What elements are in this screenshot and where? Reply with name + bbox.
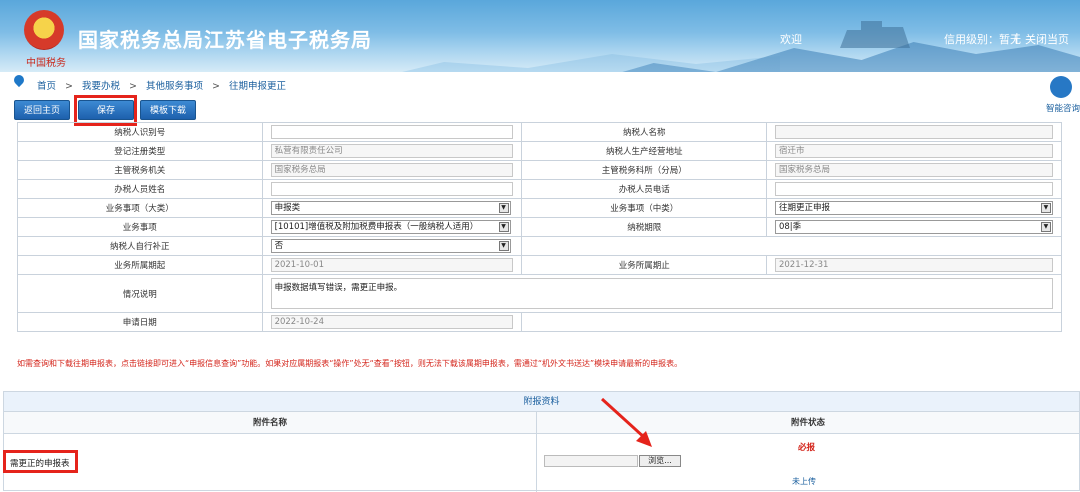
chevron-down-icon[interactable]: ▼	[1040, 222, 1051, 232]
browse-button[interactable]: 浏览...	[639, 455, 681, 467]
business-subcategory-select[interactable]: 往期更正申报 ▼	[774, 201, 1053, 215]
tax-authority-field[interactable]: 国家税务总局	[270, 163, 514, 177]
business-category-label: 业务事项（大类）	[17, 198, 263, 218]
form-row: 纳税人识别号 纳税人名称	[17, 122, 1063, 142]
red-arrow-annotation	[600, 397, 652, 447]
handler-phone-field[interactable]	[774, 182, 1053, 196]
tax-period-label: 纳税期限	[521, 217, 767, 237]
breadcrumb-bar: 首页 > 我要办税 > 其他服务事项 > 往期申报更正	[0, 72, 1080, 94]
credit-level: 信用级别：暂无	[944, 33, 1021, 46]
close-page-link[interactable]: 关闭当页	[1025, 31, 1069, 47]
taxpayer-id-label: 纳税人识别号	[17, 122, 263, 142]
business-address-field[interactable]: 宿迁市	[774, 144, 1053, 158]
period-end-field[interactable]: 2021-12-31	[774, 258, 1053, 272]
business-item-select[interactable]: [10101]增值税及附加税费申报表（一般纳税人适用） ▼	[270, 220, 511, 234]
file-path-input[interactable]	[544, 455, 638, 467]
tax-authority-label: 主管税务机关	[17, 160, 263, 180]
tax-branch-field[interactable]: 国家税务总局	[774, 163, 1053, 177]
header-separator: |	[1015, 31, 1019, 44]
required-badge: 必报	[798, 443, 816, 453]
breadcrumb: 首页 > 我要办税 > 其他服务事项 > 往期申报更正	[37, 81, 286, 92]
form-row: 业务事项 [10101]增值税及附加税费申报表（一般纳税人适用） ▼ 纳税期限 0…	[17, 217, 1063, 237]
notice-text: 如需查询和下载往期申报表，点击链接即可进入“申报信息查询”功能。如果对应属期报表…	[17, 359, 683, 368]
taxpayer-id-field[interactable]	[270, 125, 514, 139]
chevron-down-icon[interactable]: ▼	[498, 241, 509, 251]
form-row: 申请日期 2022-10-24	[17, 312, 1062, 332]
handler-name-field[interactable]	[270, 182, 514, 196]
business-category-select[interactable]: 申报类 ▼	[270, 201, 511, 215]
business-subcategory-label: 业务事项（中类）	[521, 198, 767, 218]
apply-date-field[interactable]: 2022-10-24	[270, 315, 514, 329]
banner-mountain-decoration	[360, 54, 780, 72]
chevron-down-icon[interactable]: ▼	[1040, 203, 1051, 213]
location-pin-icon	[11, 72, 27, 88]
header-banner: 中国税务 国家税务总局江苏省电子税务局 欢迎 信用级别：暂无 | 关闭当页	[0, 0, 1080, 72]
form-row: 情况说明 申报数据填写错误，需更正申报。	[17, 274, 1063, 313]
attachment-section: 附报资料 附件名称 附件状态 需更正的申报表 必报 浏览... 未上传	[3, 391, 1080, 492]
emblem-caption: 中国税务	[26, 58, 66, 69]
tax-emblem-logo	[24, 10, 64, 50]
smart-assistant-icon[interactable]	[1050, 76, 1072, 98]
description-label: 情况说明	[17, 274, 263, 313]
business-item-label: 业务事项	[17, 217, 263, 237]
chevron-down-icon[interactable]: ▼	[498, 222, 509, 232]
row-name-highlight-box	[3, 450, 78, 473]
breadcrumb-tax[interactable]: 我要办税	[82, 81, 120, 92]
handler-name-label: 办税人员姓名	[17, 179, 263, 199]
form-row: 业务事项（大类） 申报类 ▼ 业务事项（中类） 往期更正申报 ▼	[17, 198, 1063, 218]
breadcrumb-other-services[interactable]: 其他服务事项	[146, 81, 203, 92]
business-address-label: 纳税人生产经营地址	[521, 141, 767, 161]
breadcrumb-home[interactable]: 首页	[37, 81, 56, 92]
handler-phone-label: 办税人员电话	[521, 179, 767, 199]
description-textarea[interactable]: 申报数据填写错误，需更正申报。	[270, 278, 1053, 309]
registration-type-label: 登记注册类型	[17, 141, 263, 161]
attachment-title: 附报资料	[4, 392, 1079, 412]
template-download-button[interactable]: 模板下载	[140, 100, 196, 120]
self-correction-label: 纳税人自行补正	[17, 236, 263, 256]
apply-date-label: 申请日期	[17, 312, 263, 332]
site-title: 国家税务总局江苏省电子税务局	[78, 28, 372, 52]
breadcrumb-current: 往期申报更正	[228, 81, 286, 92]
attachment-name-header: 附件名称	[4, 412, 536, 434]
tax-branch-label: 主管税务科所（分局）	[521, 160, 767, 180]
self-correction-select[interactable]: 否 ▼	[270, 239, 511, 253]
welcome-text: 欢迎	[780, 33, 802, 46]
taxpayer-name-label: 纳税人名称	[521, 122, 767, 142]
form-row: 登记注册类型 私营有限责任公司 纳税人生产经营地址 宿迁市	[17, 141, 1063, 161]
smart-assistant-label[interactable]: 智能咨询	[1046, 102, 1080, 114]
period-end-label: 业务所属期止	[521, 255, 767, 275]
tax-period-select[interactable]: 08|季 ▼	[774, 220, 1053, 234]
period-start-label: 业务所属期起	[17, 255, 263, 275]
return-home-button[interactable]: 返回主页	[14, 100, 70, 120]
form-row: 办税人员姓名 办税人员电话	[17, 179, 1063, 199]
great-wall-decoration	[840, 21, 910, 48]
upload-status: 未上传	[792, 477, 816, 486]
taxpayer-name-field[interactable]	[774, 125, 1053, 139]
form-row: 纳税人自行补正 否 ▼	[17, 236, 1062, 256]
registration-type-field[interactable]: 私营有限责任公司	[270, 144, 514, 158]
form-row: 业务所属期起 2021-10-01 业务所属期止 2021-12-31	[17, 255, 1063, 275]
period-start-field[interactable]: 2021-10-01	[270, 258, 514, 272]
form-row: 主管税务机关 国家税务总局 主管税务科所（分局） 国家税务总局	[17, 160, 1063, 180]
chevron-down-icon[interactable]: ▼	[498, 203, 509, 213]
correction-form: 纳税人识别号 纳税人名称 登记注册类型 私营有限责任公司 纳税人生产经营地址 宿…	[17, 122, 1063, 332]
